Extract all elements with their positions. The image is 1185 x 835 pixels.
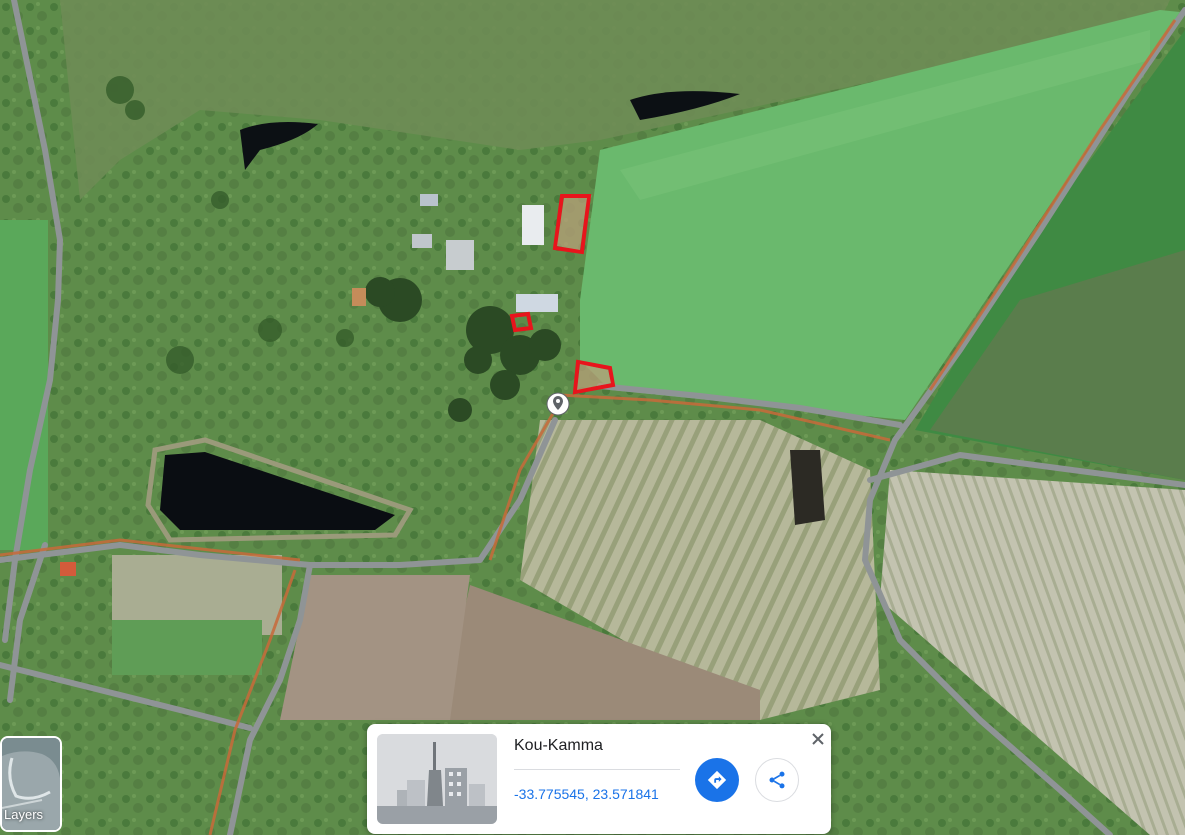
- place-thumbnail[interactable]: [377, 734, 497, 824]
- share-icon: [769, 771, 785, 789]
- layers-button[interactable]: Layers: [0, 736, 62, 832]
- place-coordinates[interactable]: -33.775545, 23.571841: [514, 786, 659, 802]
- plough-field: [280, 575, 470, 720]
- place-name: Kou-Kamma: [514, 737, 603, 754]
- share-button[interactable]: [755, 758, 799, 802]
- directions-icon: [707, 770, 727, 790]
- dam-small: [790, 450, 825, 525]
- place-card: Kou-Kamma -33.775545, 23.571841: [367, 724, 831, 834]
- directions-button[interactable]: [695, 758, 739, 802]
- satellite-map[interactable]: [0, 0, 1185, 835]
- layers-label: Layers: [4, 807, 44, 822]
- city-icon: [377, 734, 497, 824]
- divider: [514, 769, 680, 770]
- close-button[interactable]: [807, 728, 829, 750]
- location-pin-icon: [546, 392, 570, 416]
- close-icon: [812, 733, 824, 745]
